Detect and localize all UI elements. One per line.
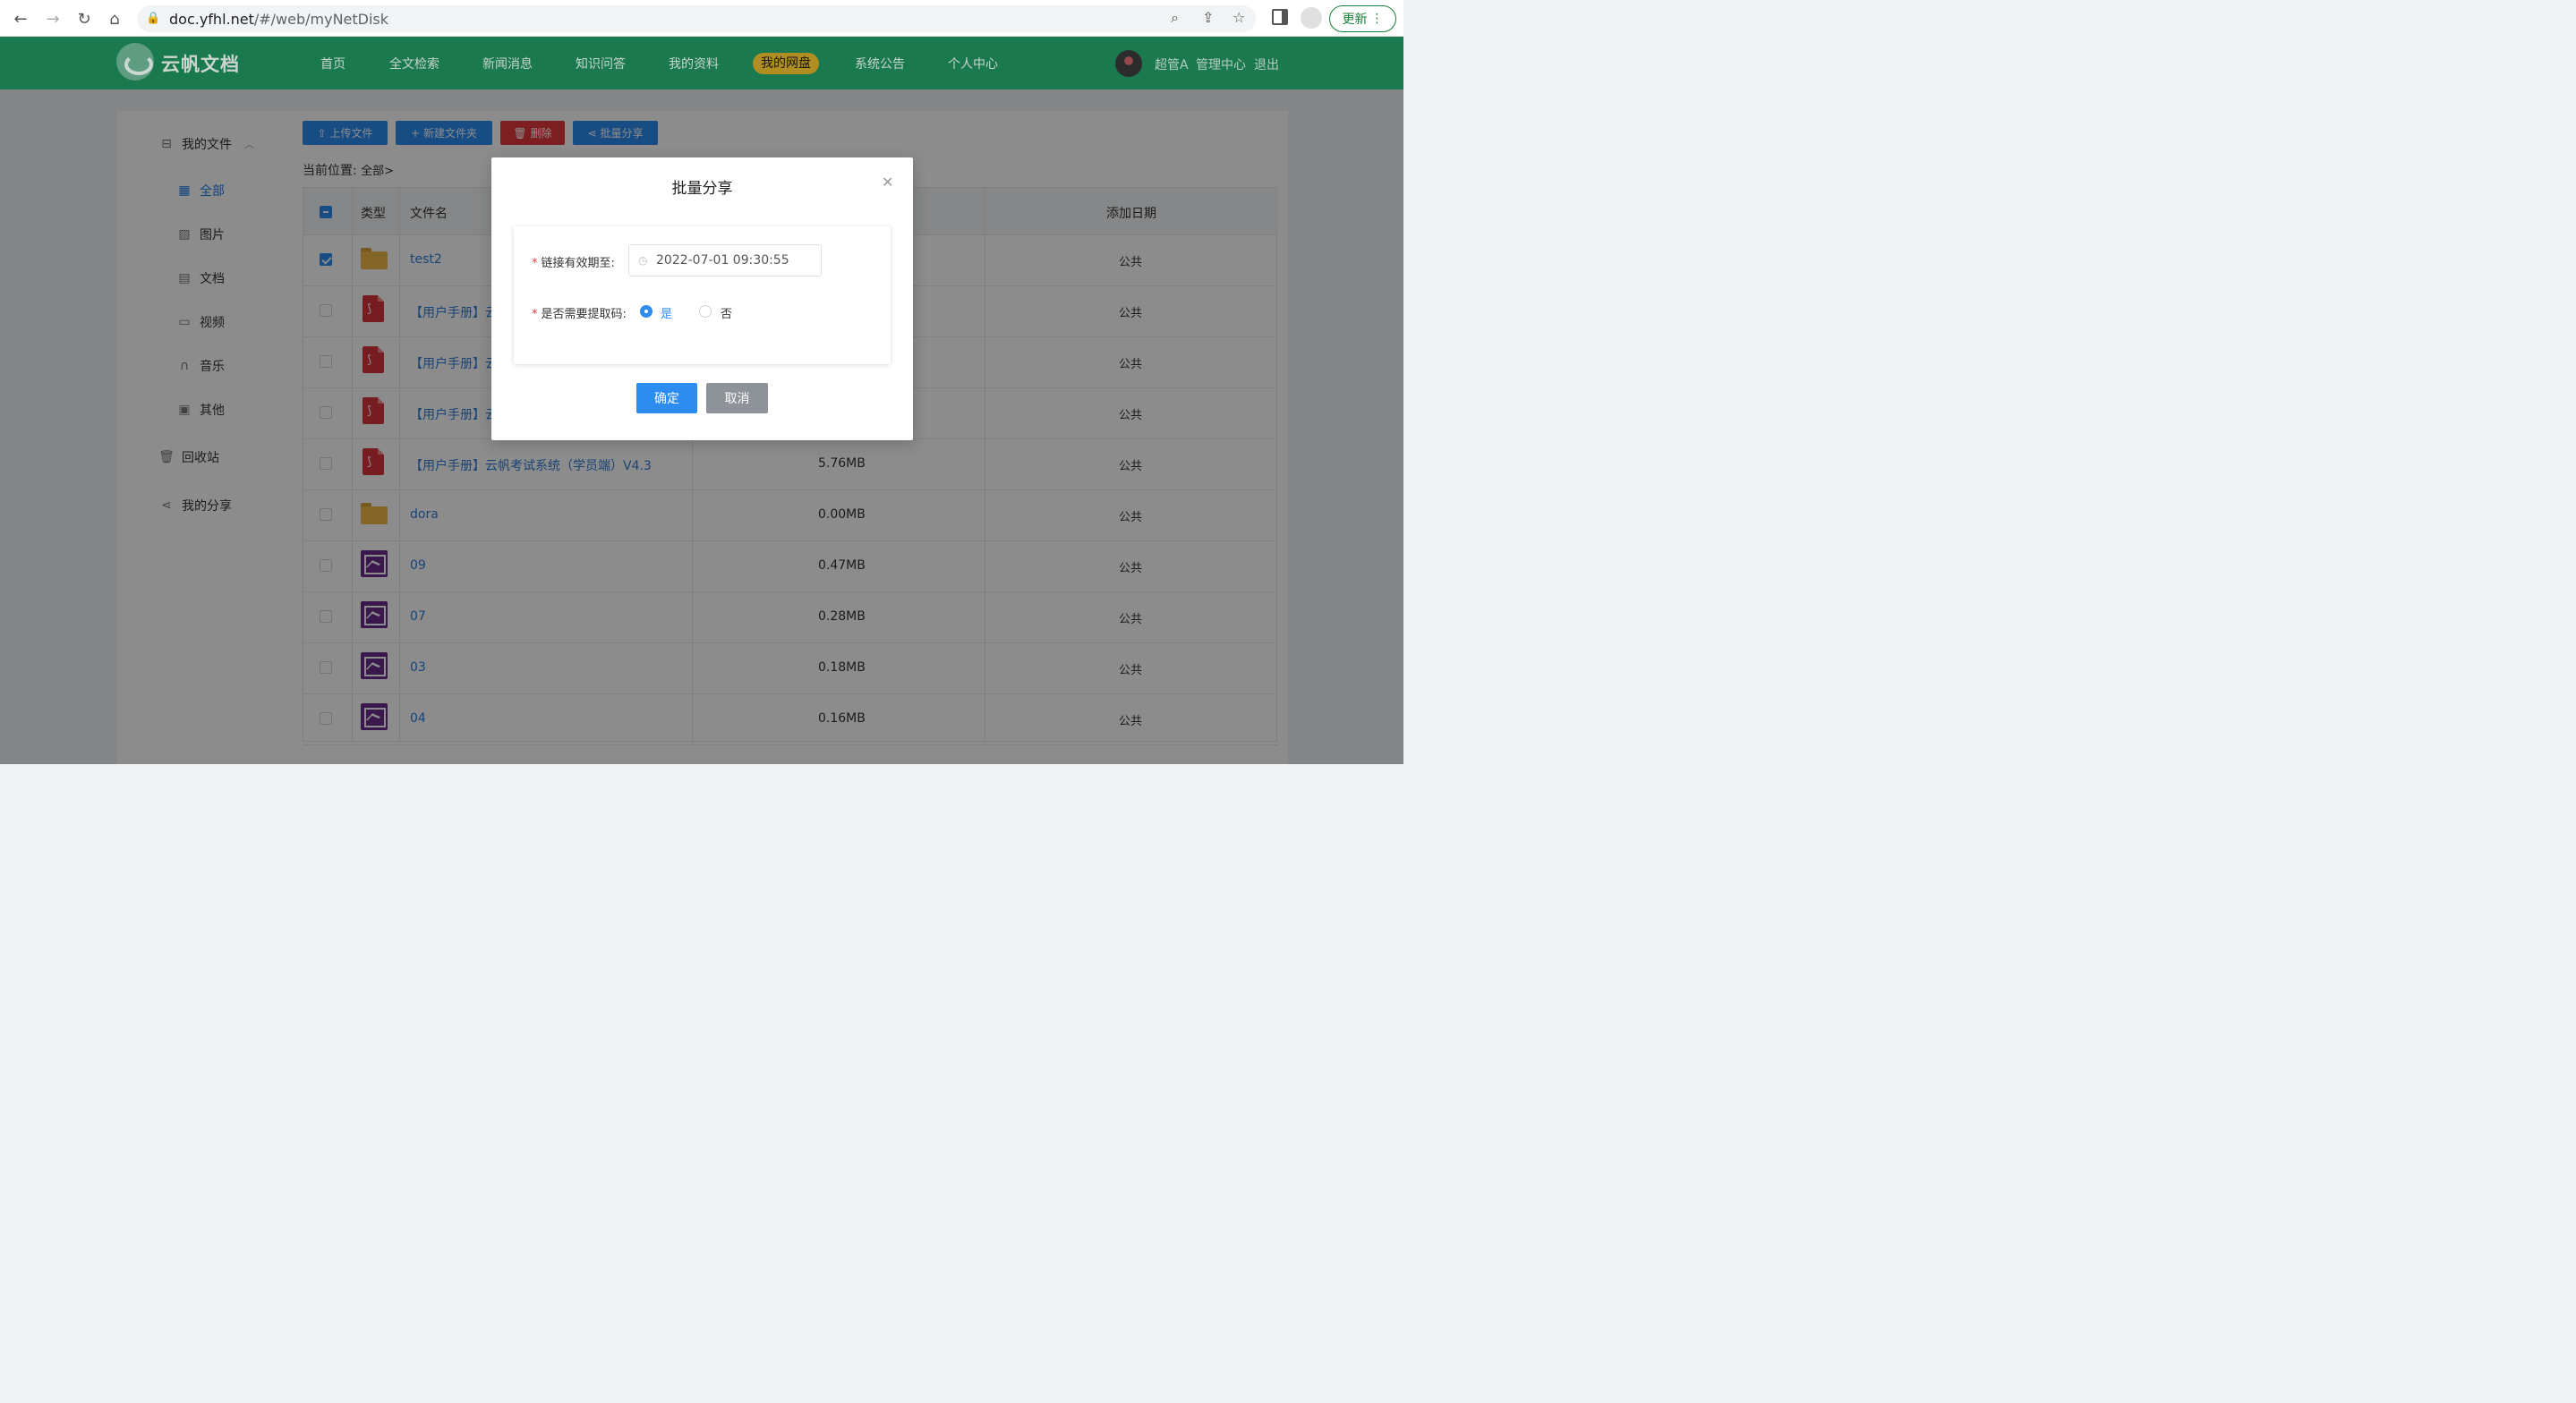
reload-icon[interactable]: ↻ — [73, 7, 96, 30]
cancel-button[interactable]: 取消 — [706, 383, 768, 413]
confirm-button[interactable]: 确定 — [636, 383, 697, 413]
forward-icon[interactable]: → — [41, 7, 64, 30]
code-no-label[interactable]: 否 — [721, 304, 732, 321]
url-text[interactable]: doc.yfhl.net/#/web/myNetDisk — [169, 11, 388, 28]
browser-toolbar: ← → ↻ ⌂ 🔒 doc.yfhl.net/#/web/myNetDisk ⌕… — [0, 0, 1403, 37]
side-panel-icon[interactable] — [1272, 9, 1288, 25]
expire-date-input[interactable]: ◷ 2022-07-01 09:30:55 — [628, 244, 822, 276]
address-bar[interactable]: 🔒 doc.yfhl.net/#/web/myNetDisk ⌕ ⇪ ☆ — [137, 5, 1256, 32]
expire-label: * 链接有效期至: — [532, 253, 615, 270]
modal-overlay-header — [0, 37, 1403, 89]
clock-icon: ◷ — [638, 254, 648, 267]
more-vert-icon: ⋮ — [1370, 12, 1384, 26]
batch-share-dialog: 批量分享 ✕ * 链接有效期至: ◷ 2022-07-01 09:30:55 * 是… — [491, 157, 913, 440]
required-mark: * — [532, 308, 538, 321]
close-icon[interactable]: ✕ — [882, 174, 893, 191]
lock-icon: 🔒 — [146, 12, 161, 25]
zoom-icon[interactable]: ⌕ — [1171, 9, 1179, 27]
expire-date-value: 2022-07-01 09:30:55 — [656, 253, 789, 268]
share-icon[interactable]: ⇪ — [1202, 9, 1214, 26]
update-button[interactable]: 更新 ⋮ — [1329, 5, 1396, 32]
expire-label-text: 链接有效期至: — [541, 257, 615, 270]
dialog-title: 批量分享 — [671, 180, 733, 198]
code-yes-radio[interactable] — [640, 305, 653, 318]
bookmark-star-icon[interactable]: ☆ — [1233, 9, 1245, 26]
required-mark: * — [532, 257, 538, 270]
url-path: /#/web/myNetDisk — [253, 11, 389, 28]
code-yes-label[interactable]: 是 — [661, 304, 672, 321]
code-label-text: 是否需要提取码: — [541, 308, 627, 321]
code-no-radio[interactable] — [699, 305, 712, 318]
profile-icon[interactable] — [1301, 7, 1322, 29]
home-icon[interactable]: ⌂ — [103, 7, 126, 30]
code-label: * 是否需要提取码: — [532, 304, 627, 321]
back-icon[interactable]: ← — [9, 7, 32, 30]
share-form: * 链接有效期至: ◷ 2022-07-01 09:30:55 * 是否需要提取码:… — [514, 226, 891, 364]
url-host: doc.yfhl.net — [169, 11, 254, 28]
update-label: 更新 — [1342, 13, 1368, 27]
